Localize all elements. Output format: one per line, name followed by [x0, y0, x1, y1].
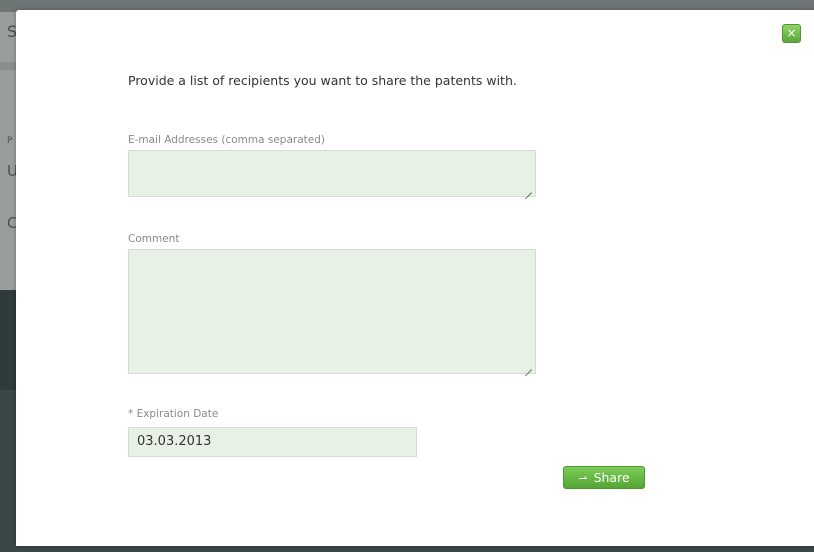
close-icon: × [786, 26, 797, 40]
share-patents-dialog: × Provide a list of recipients you want … [16, 10, 814, 546]
comment-field[interactable] [128, 249, 536, 374]
background-text-fragment: P [7, 136, 13, 146]
share-icon: ⇀ [578, 472, 588, 485]
share-button[interactable]: ⇀ Share [563, 466, 645, 489]
resize-grip-icon[interactable] [525, 363, 532, 370]
expiration-date-label: * Expiration Date [128, 408, 219, 420]
comment-field-label: Comment [128, 233, 180, 245]
email-field-label: E-mail Addresses (comma separated) [128, 134, 325, 146]
resize-grip-icon[interactable] [525, 186, 532, 193]
expiration-date-field[interactable]: 03.03.2013 [128, 427, 417, 457]
close-button[interactable]: × [782, 24, 801, 43]
email-field[interactable] [128, 150, 536, 197]
share-button-label: Share [593, 470, 630, 485]
dialog-instructions: Provide a list of recipients you want to… [128, 73, 517, 88]
